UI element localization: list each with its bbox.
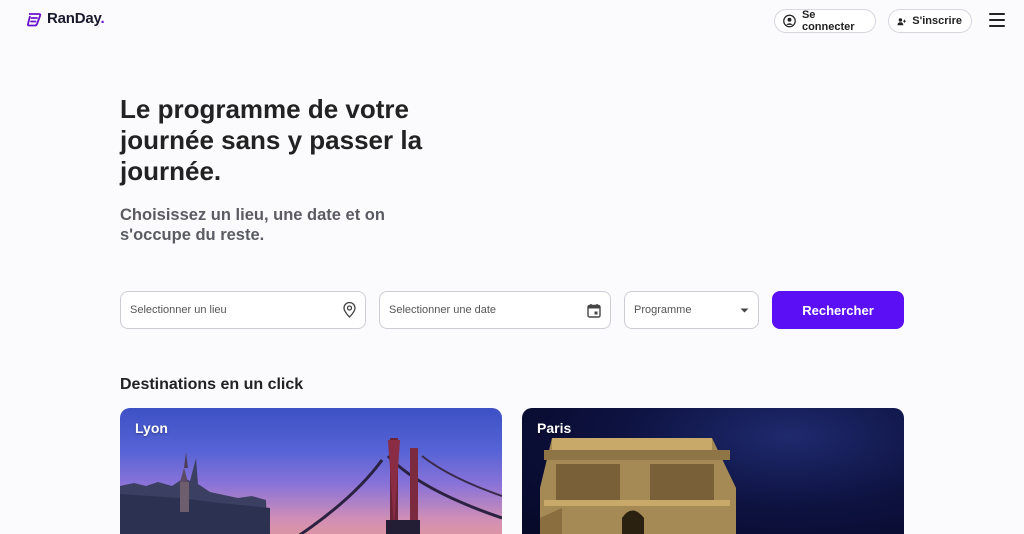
- destination-card-lyon[interactable]: Lyon: [120, 408, 502, 534]
- date-input[interactable]: Selectionner une date: [379, 291, 611, 329]
- randay-logo-icon: [26, 12, 42, 26]
- destinations-section-title: Destinations en un click: [120, 376, 304, 393]
- login-button[interactable]: Se connecter: [774, 9, 876, 33]
- top-navigation-bar: RanDay. Se connecter S'inscrire: [0, 0, 1024, 40]
- hero-title: Le programme de votre journée sans y pas…: [120, 94, 423, 186]
- paris-photo: [540, 438, 736, 534]
- calendar-icon: [587, 303, 601, 318]
- chevron-down-icon: [740, 308, 749, 312]
- destination-card-label: Paris: [537, 420, 572, 436]
- lyon-photo: [120, 438, 502, 534]
- user-plus-icon: [897, 17, 907, 25]
- hero-subtitle: Choisissez un lieu, une date et on s'occ…: [120, 206, 385, 244]
- location-input[interactable]: Selectionner un lieu: [120, 291, 366, 329]
- search-button[interactable]: Rechercher: [772, 291, 904, 329]
- hamburger-menu-icon[interactable]: [989, 13, 1005, 27]
- destination-card-paris[interactable]: Paris: [522, 408, 904, 534]
- program-select[interactable]: Programme: [624, 291, 759, 329]
- signup-button[interactable]: S'inscrire: [888, 9, 972, 33]
- brand-logo[interactable]: RanDay.: [26, 10, 105, 27]
- date-placeholder: Selectionner une date: [389, 304, 497, 316]
- login-label: Se connecter: [801, 9, 855, 33]
- brand-name: RanDay: [47, 10, 101, 27]
- brand-dot: .: [100, 10, 105, 27]
- program-selected-value: Programme: [634, 304, 692, 316]
- user-circle-icon: [783, 14, 796, 28]
- location-placeholder: Selectionner un lieu: [130, 304, 227, 316]
- signup-label: S'inscrire: [912, 15, 962, 27]
- destination-card-label: Lyon: [135, 420, 168, 436]
- map-pin-icon: [343, 302, 356, 318]
